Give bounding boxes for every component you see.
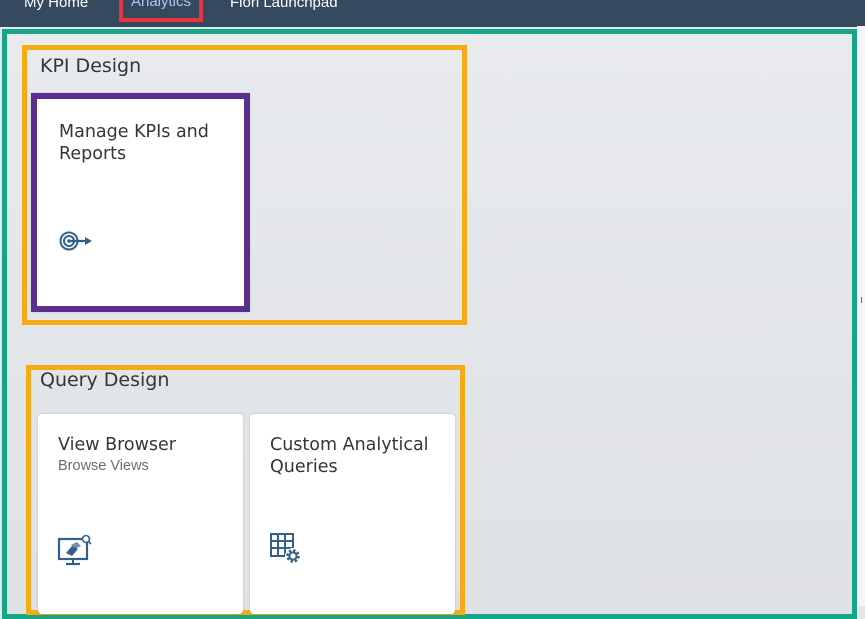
target-icon [59, 229, 95, 258]
shell-header: My Home Analytics Fiori Launchpad [0, 0, 865, 27]
tile-custom-analytical-queries[interactable]: Custom Analytical Queries [250, 414, 455, 614]
tile-title: Custom Analytical Queries [270, 435, 429, 477]
tile-view-browser[interactable]: View Browser Browse Views [38, 414, 243, 614]
tab-fiori-launchpad[interactable]: Fiori Launchpad [230, 0, 338, 18]
edge-mark [861, 297, 865, 303]
tab-analytics[interactable]: Analytics [119, 0, 203, 22]
group-title-query-design: Query Design [40, 369, 170, 391]
table-settings-icon [269, 532, 305, 573]
right-edge [857, 26, 865, 606]
group-title-kpi-design: KPI Design [40, 55, 142, 77]
tile-subtitle: Browse Views [58, 458, 149, 474]
tile-title: Manage KPIs and Reports [59, 122, 209, 164]
tile-manage-kpis-and-reports[interactable]: Manage KPIs and Reports [31, 93, 250, 312]
view-browser-icon [57, 534, 93, 571]
tab-my-home[interactable]: My Home [24, 0, 88, 18]
tile-title: View Browser [58, 435, 177, 455]
